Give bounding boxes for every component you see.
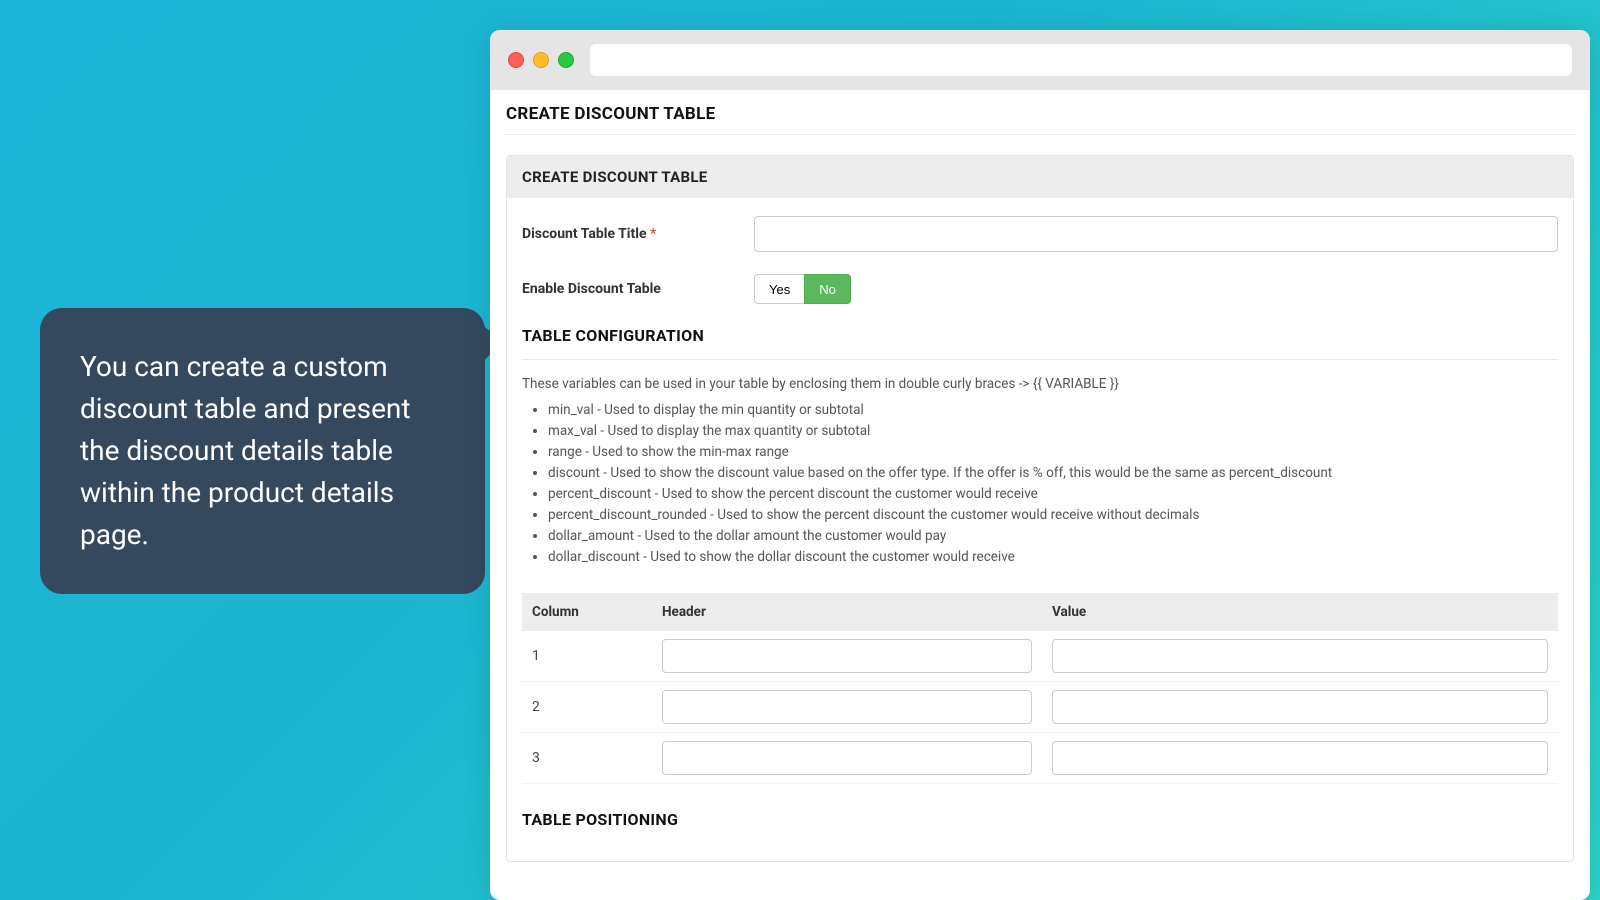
label-enable-table: Enable Discount Table bbox=[522, 281, 754, 297]
label-discount-title: Discount Table Title * bbox=[522, 226, 754, 242]
col-index: 1 bbox=[522, 631, 652, 682]
panel-body: Discount Table Title * Enable Discount T… bbox=[507, 198, 1573, 861]
columns-table: Column Header Value 1 2 bbox=[522, 593, 1558, 784]
help-item: range - Used to show the min-max range bbox=[548, 444, 1558, 460]
header-input-1[interactable] bbox=[662, 639, 1032, 673]
col-index: 2 bbox=[522, 682, 652, 733]
close-icon[interactable] bbox=[508, 52, 524, 68]
help-item: percent_discount_rounded - Used to show … bbox=[548, 507, 1558, 523]
table-row: 3 bbox=[522, 733, 1558, 784]
discount-title-input[interactable] bbox=[754, 216, 1558, 252]
help-item: dollar_discount - Used to show the dolla… bbox=[548, 549, 1558, 565]
panel-header: CREATE DISCOUNT TABLE bbox=[507, 156, 1573, 198]
th-header: Header bbox=[652, 593, 1042, 631]
header-input-2[interactable] bbox=[662, 690, 1032, 724]
help-item: percent_discount - Used to show the perc… bbox=[548, 486, 1558, 502]
value-input-2[interactable] bbox=[1052, 690, 1548, 724]
enable-toggle: Yes No bbox=[754, 274, 851, 304]
help-list: min_val - Used to display the min quanti… bbox=[522, 402, 1558, 565]
page-content: CREATE DISCOUNT TABLE CREATE DISCOUNT TA… bbox=[490, 90, 1590, 900]
th-column: Column bbox=[522, 593, 652, 631]
feature-tooltip: You can create a custom discount table a… bbox=[40, 308, 485, 594]
help-intro: These variables can be used in your tabl… bbox=[522, 376, 1558, 392]
label-text: Discount Table Title bbox=[522, 226, 647, 242]
row-enable-table: Enable Discount Table Yes No bbox=[522, 274, 1558, 304]
th-value: Value bbox=[1042, 593, 1558, 631]
toggle-no-button[interactable]: No bbox=[804, 274, 851, 304]
value-input-1[interactable] bbox=[1052, 639, 1548, 673]
table-row: 1 bbox=[522, 631, 1558, 682]
create-discount-panel: CREATE DISCOUNT TABLE Discount Table Tit… bbox=[506, 155, 1574, 862]
window-controls bbox=[508, 52, 574, 68]
help-item: discount - Used to show the discount val… bbox=[548, 465, 1558, 481]
minimize-icon[interactable] bbox=[533, 52, 549, 68]
help-item: max_val - Used to display the max quanti… bbox=[548, 423, 1558, 439]
value-input-3[interactable] bbox=[1052, 741, 1548, 775]
col-index: 3 bbox=[522, 733, 652, 784]
help-item: dollar_amount - Used to the dollar amoun… bbox=[548, 528, 1558, 544]
required-asterisk: * bbox=[650, 226, 656, 242]
header-input-3[interactable] bbox=[662, 741, 1032, 775]
address-bar[interactable] bbox=[590, 44, 1572, 76]
table-row: 2 bbox=[522, 682, 1558, 733]
browser-window: CREATE DISCOUNT TABLE CREATE DISCOUNT TA… bbox=[490, 30, 1590, 900]
row-discount-title: Discount Table Title * bbox=[522, 216, 1558, 252]
maximize-icon[interactable] bbox=[558, 52, 574, 68]
toggle-yes-button[interactable]: Yes bbox=[754, 274, 804, 304]
tooltip-text: You can create a custom discount table a… bbox=[80, 350, 411, 551]
divider bbox=[522, 359, 1558, 360]
help-item: min_val - Used to display the min quanti… bbox=[548, 402, 1558, 418]
browser-titlebar bbox=[490, 30, 1590, 90]
section-table-positioning: TABLE POSITIONING bbox=[522, 810, 1558, 829]
section-table-configuration: TABLE CONFIGURATION bbox=[522, 326, 1558, 345]
page-title: CREATE DISCOUNT TABLE bbox=[506, 104, 1574, 135]
